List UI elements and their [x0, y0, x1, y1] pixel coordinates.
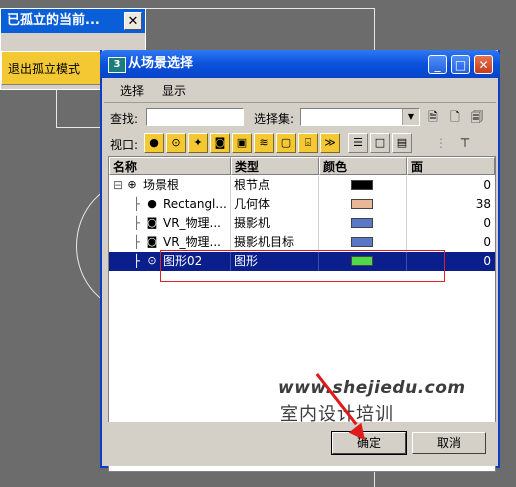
select-none-icon[interactable]: □	[370, 133, 390, 153]
spacewarp-filter-icon[interactable]: ≋	[254, 133, 274, 153]
selection-set-dropdown[interactable]: ▼	[300, 108, 420, 126]
exit-isolation-button[interactable]: 退出孤立模式	[1, 51, 101, 85]
row-faces: 0	[483, 216, 491, 230]
light-filter-icon[interactable]: ✦	[188, 133, 208, 153]
dialog-titlebar[interactable]: 3 从场景选择 _ □ ✕	[100, 50, 500, 78]
tree-connector: ├	[133, 235, 141, 249]
close-button[interactable]: ✕	[474, 55, 493, 74]
find-label: 查找:	[110, 112, 139, 126]
row-name: VR_物理...	[163, 216, 221, 230]
edit-selection-set-icon[interactable]: 🗋	[446, 107, 464, 127]
menu-bar: 选择 显示	[102, 78, 498, 100]
column-separator	[318, 176, 319, 195]
column-separator	[230, 214, 231, 233]
table-row[interactable]: ├ ◙ VR_物理... 摄影机 0	[109, 214, 495, 233]
column-separator	[230, 176, 231, 195]
column-color[interactable]: 颜色	[319, 157, 407, 175]
watermark-url: www.shejiedu.com	[278, 378, 466, 398]
row-color-swatch	[351, 237, 373, 247]
tree-connector: ⊟	[113, 178, 124, 192]
menu-select[interactable]: 选择	[120, 82, 144, 99]
group-filter-icon[interactable]: ▢	[276, 133, 296, 153]
minimize-button[interactable]: _	[428, 55, 447, 74]
row-type: 根节点	[234, 178, 271, 192]
tree-connector: ├	[133, 197, 141, 211]
remove-selection-set-icon[interactable]: 🗐	[468, 107, 486, 127]
row-name: 场景根	[143, 178, 180, 192]
display-subtree-icon[interactable]: ⋮	[432, 133, 450, 153]
column-separator	[406, 214, 407, 233]
table-row[interactable]: ⊟ ⊕ 场景根 根节点 0	[109, 176, 495, 195]
camera-icon: ◙	[146, 216, 158, 229]
column-name[interactable]: 名称	[109, 157, 231, 175]
column-separator	[406, 195, 407, 214]
viewport-frame-line	[56, 127, 102, 128]
menu-display[interactable]: 显示	[162, 82, 186, 99]
tree-connector: ├	[133, 254, 141, 268]
watermark-text: 室内设计培训	[280, 404, 394, 425]
table-row[interactable]: ├ ● Rectangl... 几何体 38	[109, 195, 495, 214]
column-separator	[318, 214, 319, 233]
tree-connector: ├	[133, 216, 141, 230]
maximize-button[interactable]: □	[451, 55, 470, 74]
bone-filter-icon[interactable]: ≫	[320, 133, 340, 153]
select-dependents-icon[interactable]: ⊤	[456, 133, 474, 153]
row-faces: 38	[475, 197, 491, 211]
row-color-swatch	[351, 180, 373, 190]
row-color-swatch	[351, 199, 373, 209]
geometry-sphere-icon: ●	[147, 197, 157, 210]
column-faces[interactable]: 面	[407, 157, 495, 175]
column-separator	[230, 195, 231, 214]
shape-filter-icon[interactable]: ⊙	[166, 133, 186, 153]
isolate-close-button[interactable]: ✕	[124, 12, 142, 30]
viewport-frame-line	[56, 90, 57, 128]
row-color-swatch	[351, 218, 373, 228]
cancel-button[interactable]: 取消	[412, 432, 486, 454]
viewport-label: 视口:	[110, 138, 139, 152]
app-icon: 3	[108, 57, 126, 73]
menu-separator	[104, 102, 496, 103]
viewport-frame-line	[143, 8, 375, 9]
camera-target-icon: ◙	[146, 235, 158, 248]
select-invert-icon[interactable]: ▤	[392, 133, 412, 153]
create-selection-set-icon[interactable]: 🗎	[424, 107, 442, 127]
xref-filter-icon[interactable]: ⌻	[298, 133, 318, 153]
select-all-icon[interactable]: ☰	[348, 133, 368, 153]
highlight-annotation-box	[160, 250, 445, 282]
selection-set-label: 选择集:	[254, 112, 295, 126]
shape-icon: ⊙	[147, 254, 157, 267]
column-separator	[318, 195, 319, 214]
row-type: 摄影机	[234, 216, 271, 230]
column-separator	[406, 176, 407, 195]
chevron-down-icon: ▼	[402, 109, 419, 125]
dialog-title: 从场景选择	[128, 56, 194, 71]
table-header: 名称 类型 颜色 面	[109, 157, 495, 175]
column-type[interactable]: 类型	[231, 157, 319, 175]
helper-filter-icon[interactable]: ▣	[232, 133, 252, 153]
find-input[interactable]	[146, 108, 244, 126]
row-name: Rectangl...	[163, 197, 227, 211]
geometry-filter-icon[interactable]: ●	[144, 133, 164, 153]
camera-filter-icon[interactable]: ◙	[210, 133, 230, 153]
row-type: 几何体	[234, 197, 271, 211]
row-faces: 0	[483, 178, 491, 192]
scene-root-icon: ⊕	[127, 178, 137, 191]
